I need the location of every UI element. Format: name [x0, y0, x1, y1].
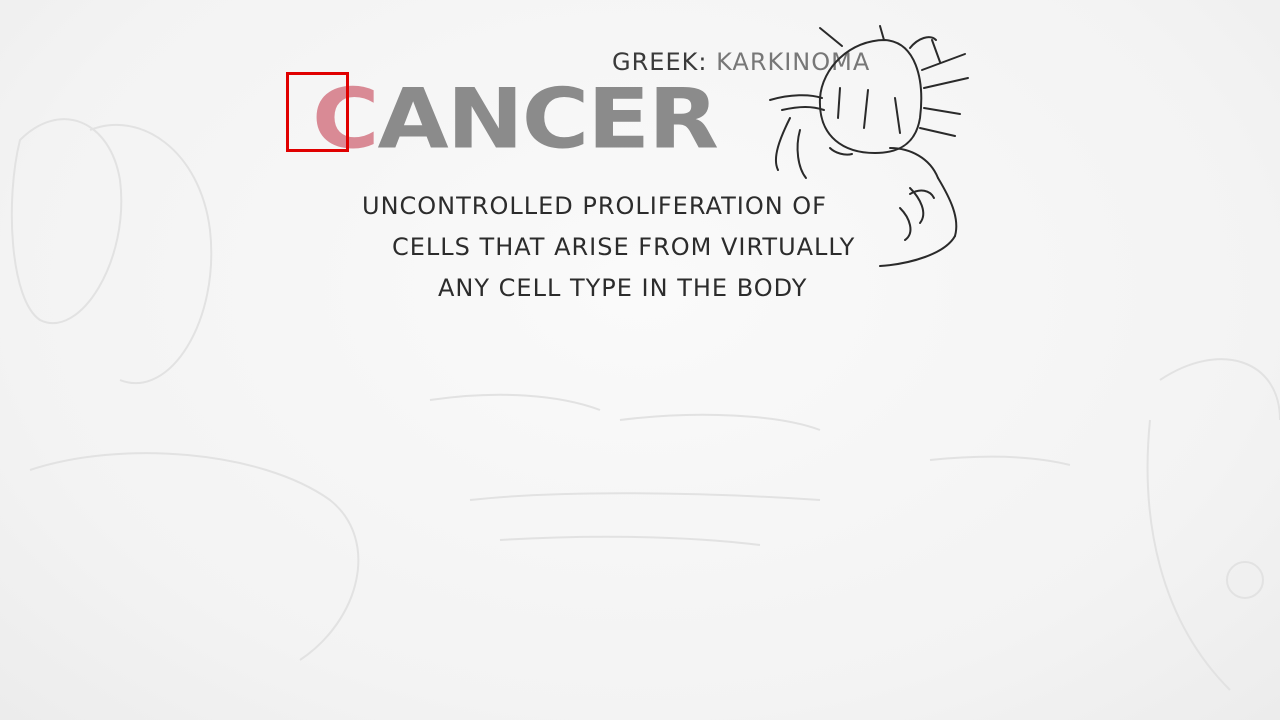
- highlight-box: [286, 72, 349, 152]
- definition-line: CELLS THAT ARISE FROM VIRTUALLY: [392, 233, 856, 261]
- definition-line: UNCONTROLLED PROLIFERATION OF: [362, 192, 827, 220]
- title-rest: ANCER: [377, 70, 719, 168]
- page-title: CANCER: [312, 78, 719, 161]
- whiteboard: GREEK: KARKINOMA CANCER UNCONTROLLED PRO…: [0, 0, 1280, 720]
- definition-line: ANY CELL TYPE IN THE BODY: [438, 274, 808, 302]
- definition-text: UNCONTROLLED PROLIFERATION OF CELLS THAT…: [362, 186, 922, 309]
